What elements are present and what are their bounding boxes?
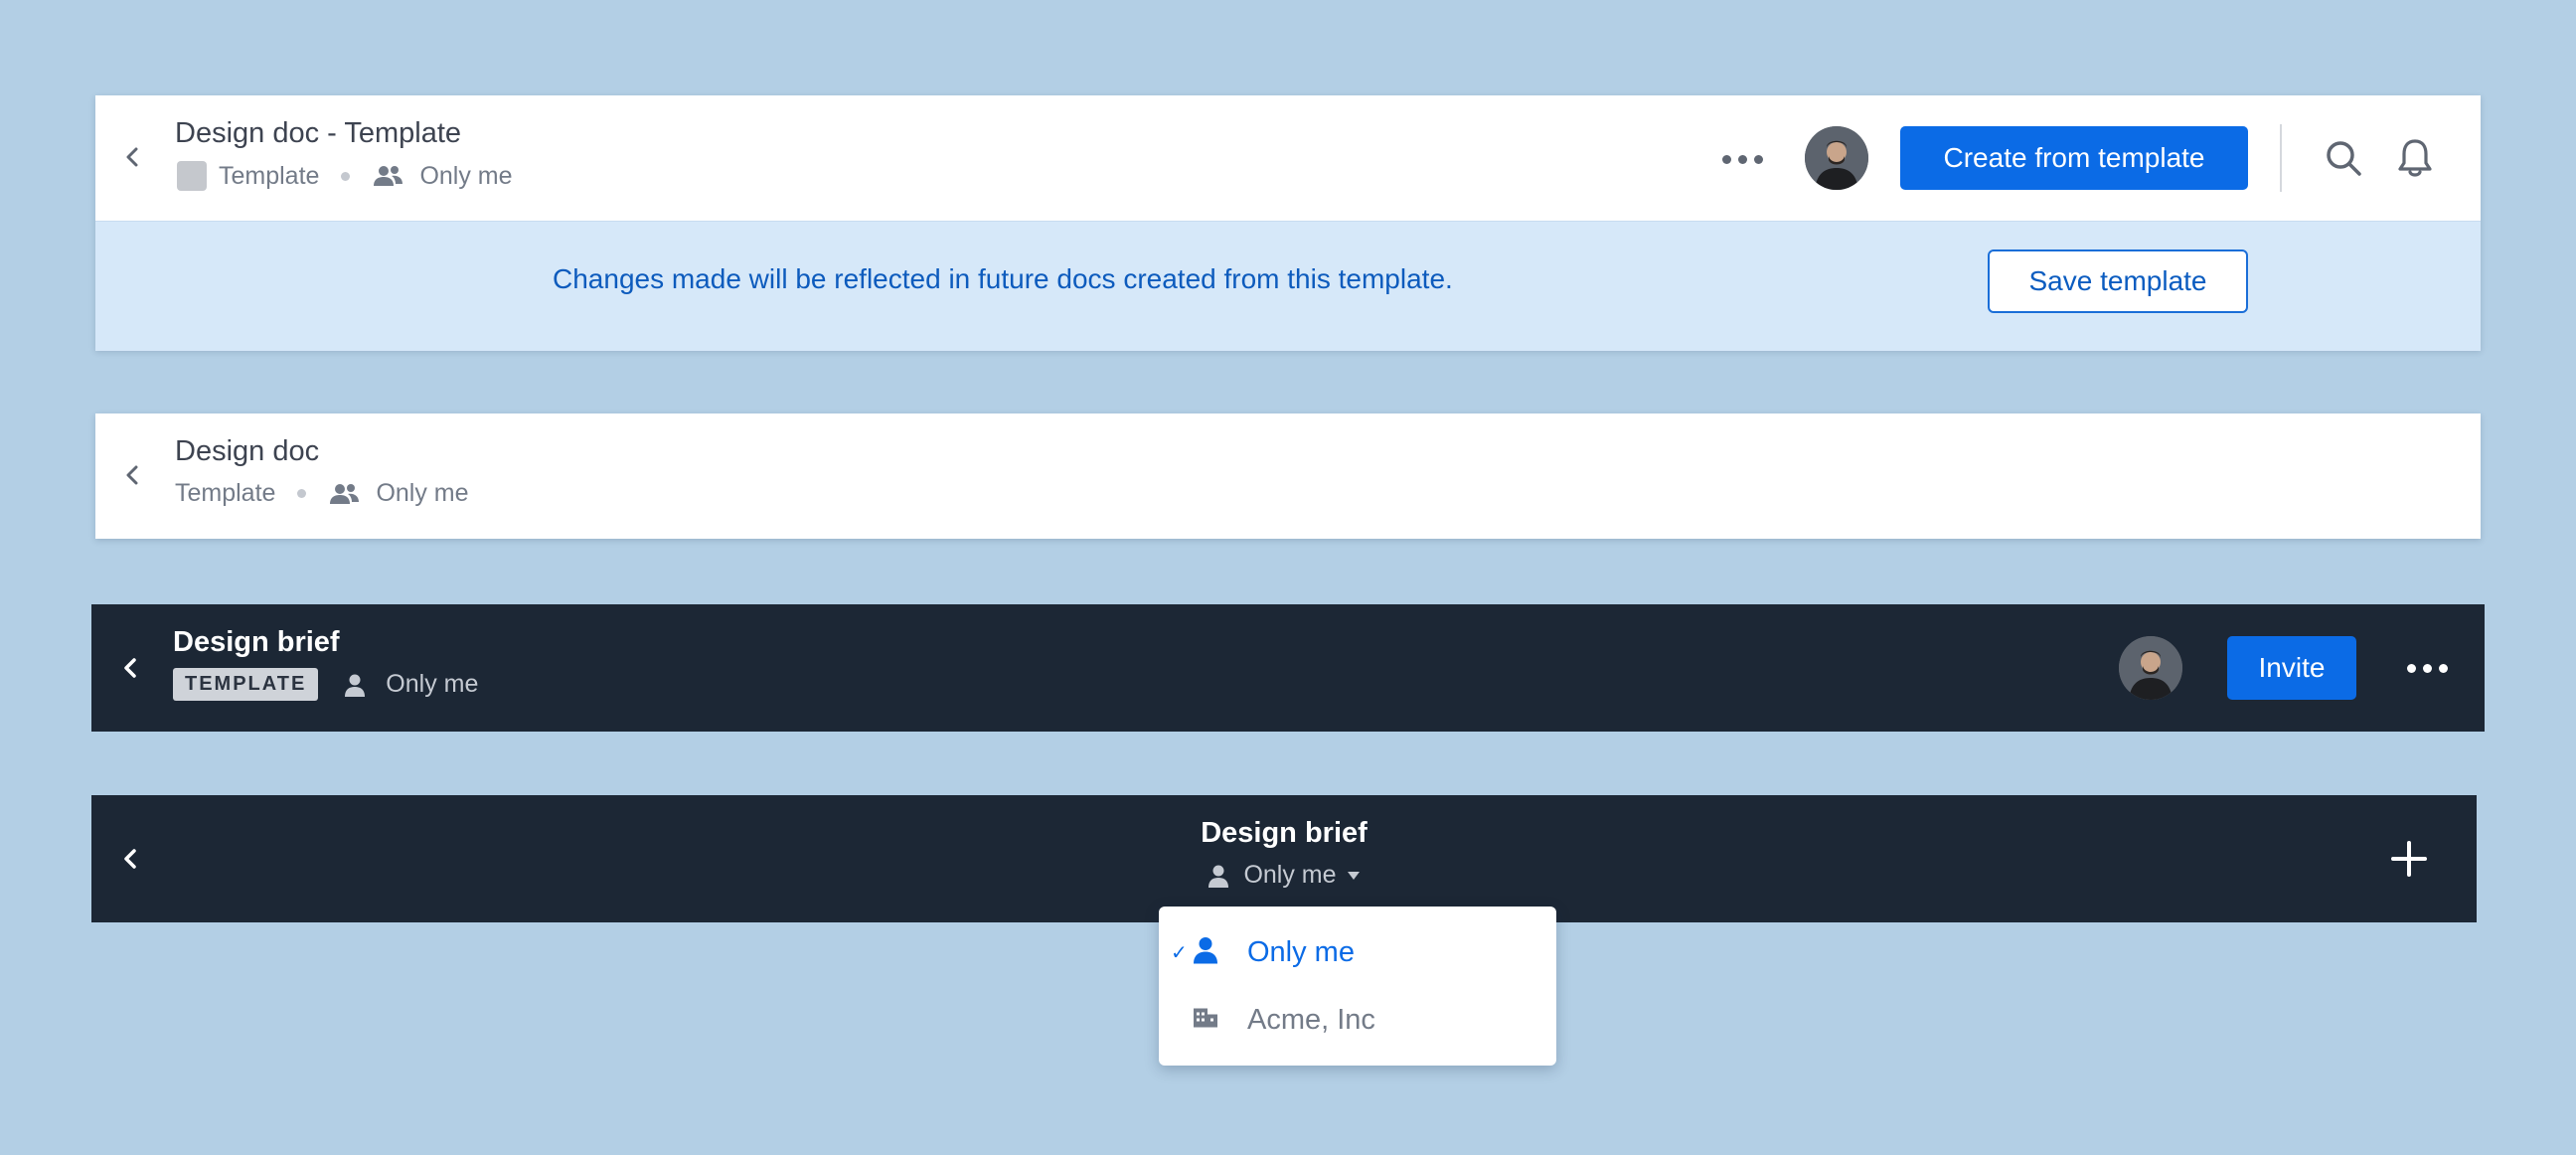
building-icon: [1193, 1007, 1218, 1034]
more-options-button[interactable]: [1722, 155, 1763, 164]
people-icon: [372, 164, 403, 188]
doc-title: Design doc: [175, 435, 320, 467]
check-icon: ✓: [1171, 941, 1188, 964]
more-icon-dot: [2423, 664, 2432, 673]
dark-doc-header: Design brief TEMPLATE Only me Invite: [91, 604, 2485, 732]
more-options-button[interactable]: [2407, 664, 2448, 673]
template-badge: TEMPLATE: [173, 668, 319, 701]
doc-meta: TEMPLATE Only me: [173, 668, 478, 701]
caret-down-icon: [1347, 871, 1361, 881]
doc-meta: Template Only me: [175, 479, 469, 508]
banner-message: Changes made will be reflected in future…: [553, 263, 1453, 294]
avatar[interactable]: [1805, 126, 1868, 190]
bell-icon[interactable]: [2395, 137, 2435, 179]
template-icon: [177, 161, 207, 191]
dropdown-item-label: Only me: [1247, 935, 1355, 968]
chevron-left-icon: [126, 465, 138, 485]
doc-title: Design brief: [1201, 817, 1368, 849]
back-button[interactable]: [117, 654, 145, 682]
doc-title: Design doc - Template: [175, 117, 462, 149]
avatar[interactable]: [2119, 636, 2182, 700]
dropdown-item-only-me[interactable]: ✓ Only me: [1159, 918, 1556, 986]
chevron-left-icon: [124, 658, 136, 678]
sharing-select[interactable]: Only me: [91, 861, 2477, 890]
invite-button[interactable]: Invite: [2227, 636, 2356, 700]
doc-meta: Template Only me: [177, 161, 513, 191]
sharing-label: Only me: [386, 670, 479, 698]
more-icon-dot: [2407, 664, 2416, 673]
template-editor-toolbar: Design doc - Template Template Only me C…: [95, 95, 2481, 221]
more-icon-dot: [1754, 155, 1763, 164]
sharing-dropdown-menu: ✓ Only me Acme, Inc: [1159, 907, 1556, 1066]
doc-header-simple: Design doc Template Only me: [95, 413, 2481, 539]
doc-type-label: Template: [219, 161, 320, 190]
person-icon: [1208, 864, 1229, 888]
sharing-select-value: Only me: [1243, 861, 1337, 889]
dropdown-item-label: Acme, Inc: [1247, 1003, 1375, 1036]
user-photo: [1805, 126, 1868, 190]
sharing-label: Only me: [419, 161, 513, 190]
template-info-banner: Changes made will be reflected in future…: [95, 221, 2481, 351]
back-button[interactable]: [119, 143, 147, 171]
person-icon: [1193, 936, 1218, 969]
dropdown-item-acme[interactable]: Acme, Inc: [1159, 986, 1556, 1054]
more-icon-dot: [1722, 155, 1731, 164]
people-icon: [328, 482, 360, 506]
more-icon-dot: [2439, 664, 2448, 673]
person-icon: [344, 673, 366, 697]
back-button[interactable]: [119, 461, 147, 489]
dark-mobile-header: Design brief Only me: [91, 795, 2477, 922]
search-icon[interactable]: [2325, 139, 2364, 179]
save-template-button[interactable]: Save template: [1988, 249, 2248, 313]
create-from-template-button[interactable]: Create from template: [1900, 126, 2248, 190]
doc-title: Design brief: [173, 626, 340, 658]
toolbar-divider: [2280, 124, 2282, 192]
doc-type-label: Template: [175, 479, 276, 507]
chevron-left-icon: [126, 147, 138, 167]
separator-dot: [297, 489, 307, 498]
template-editor-header: Design doc - Template Template Only me C…: [95, 95, 2481, 351]
separator-dot: [341, 171, 351, 181]
more-icon-dot: [1738, 155, 1747, 164]
sharing-label: Only me: [376, 479, 469, 507]
plus-icon[interactable]: [2391, 841, 2427, 877]
user-photo: [2119, 636, 2182, 700]
